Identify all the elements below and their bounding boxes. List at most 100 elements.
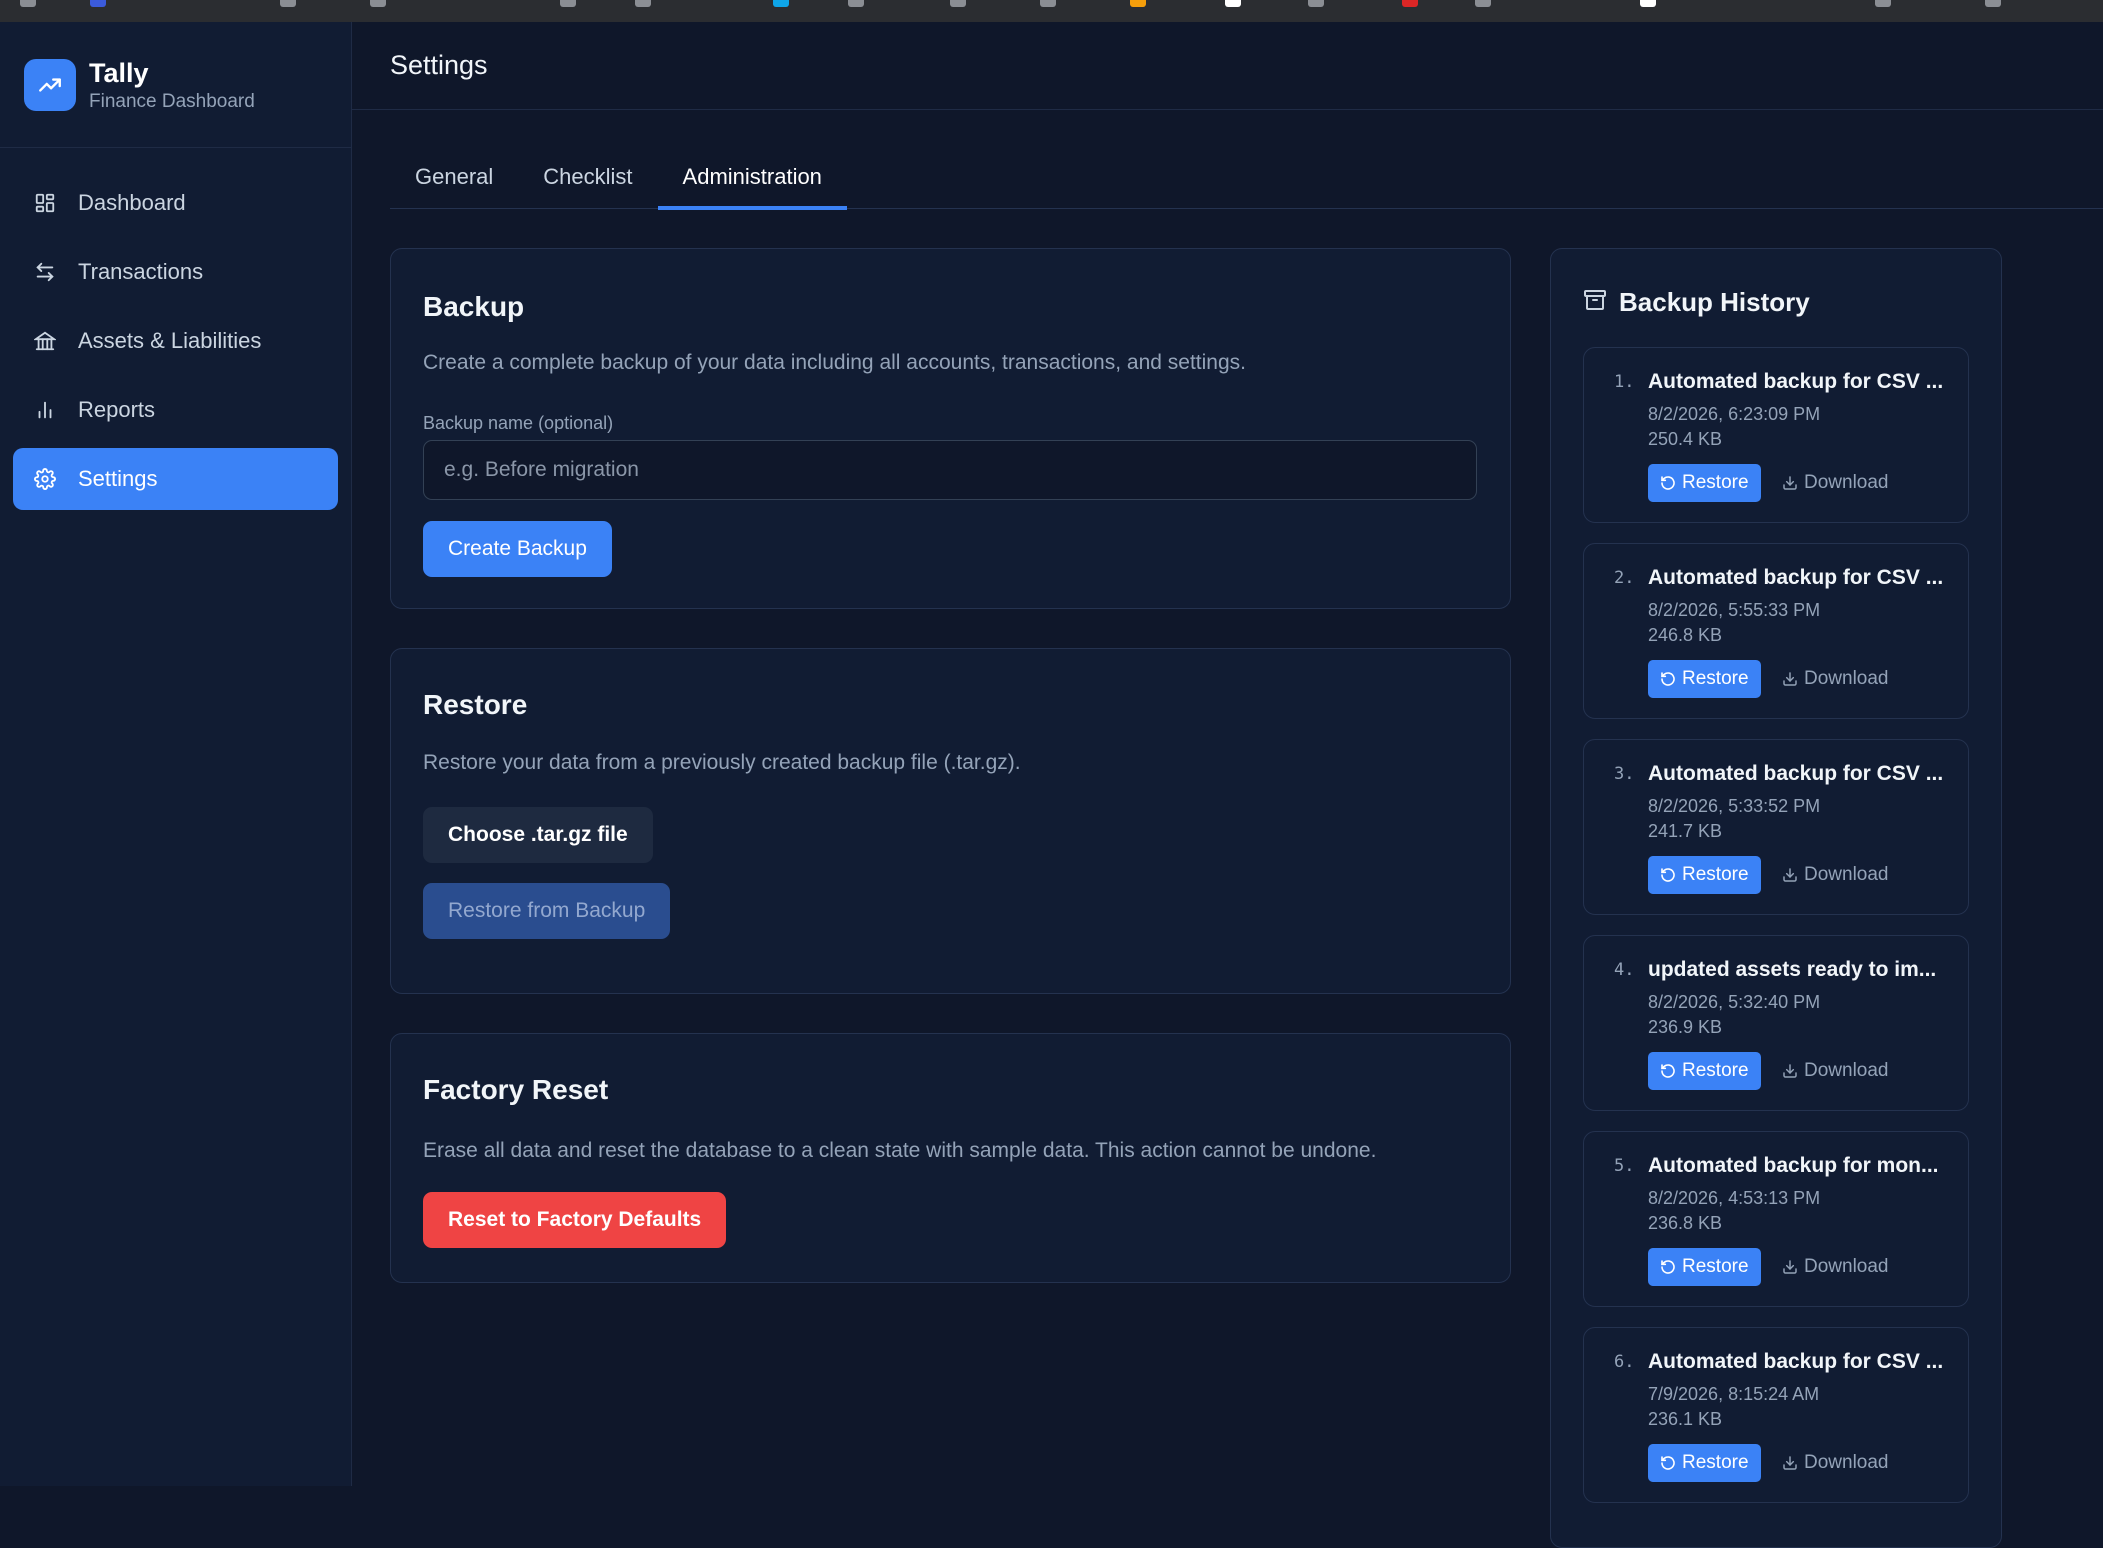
download-label: Download	[1804, 668, 1889, 689]
item-size: 236.8 KB	[1648, 1213, 1723, 1233]
sidebar-item-label: Reports	[78, 397, 156, 422]
sidebar-item-label: Transactions	[78, 259, 204, 284]
bookmark-icon[interactable]	[1475, 0, 1491, 7]
bookmark-icon[interactable]	[90, 0, 106, 7]
bookmark-icon[interactable]	[950, 0, 966, 7]
restore-description: Restore your data from a previously crea…	[423, 751, 1021, 774]
bookmark-icon[interactable]	[1402, 0, 1418, 7]
bookmark-icon[interactable]	[1040, 0, 1056, 7]
item-number: 6.	[1614, 1352, 1635, 1372]
create-backup-button[interactable]: Create Backup	[423, 521, 612, 577]
sidebar-item-assets-liabilities[interactable]: Assets & Liabilities	[13, 310, 338, 372]
download-label: Download	[1804, 472, 1889, 493]
download-icon	[1783, 1456, 1797, 1470]
item-title: Automated backup for CSV ...	[1648, 1350, 1944, 1373]
reset-factory-defaults-button[interactable]: Reset to Factory Defaults	[423, 1192, 727, 1248]
sidebar-item-label: Assets & Liabilities	[78, 328, 262, 353]
backup-history-item: 5. Automated backup for mon... 8/2/2026,…	[1583, 1131, 1969, 1307]
restore-label: Restore	[1682, 668, 1749, 689]
bookmark-icon[interactable]	[1308, 0, 1324, 7]
restore-button[interactable]: Restore	[1648, 660, 1761, 698]
rotate-ccw-icon	[1661, 1456, 1675, 1470]
item-title: updated assets ready to im...	[1648, 958, 1937, 981]
item-size: 241.7 KB	[1648, 821, 1723, 841]
backup-history-item: 2. Automated backup for CSV ... 8/2/2026…	[1583, 543, 1969, 719]
tab-checklist[interactable]: Checklist	[518, 154, 657, 209]
bookmark-icon[interactable]	[370, 0, 386, 7]
backup-history-panel: Backup History 1. Automated backup for C…	[1550, 248, 2002, 1548]
restore-button[interactable]: Restore	[1648, 1052, 1761, 1090]
restore-label: Restore	[1682, 864, 1749, 885]
item-date: 8/2/2026, 5:32:40 PM	[1648, 992, 1821, 1012]
factory-reset-card: Factory Reset Erase all data and reset t…	[390, 1033, 1511, 1283]
brand: Tally Finance Dashboard	[0, 22, 351, 148]
item-title: Automated backup for CSV ...	[1648, 762, 1944, 785]
backup-history-item: 4. updated assets ready to im... 8/2/202…	[1583, 935, 1969, 1111]
download-button[interactable]: Download	[1782, 1248, 1889, 1286]
restore-button[interactable]: Restore	[1648, 1248, 1761, 1286]
restore-button[interactable]: Restore	[1648, 464, 1761, 502]
sidebar-item-transactions[interactable]: Transactions	[13, 241, 338, 303]
sidebar-item-label: Settings	[78, 466, 158, 491]
download-icon	[1783, 868, 1797, 882]
restore-button[interactable]: Restore	[1648, 856, 1761, 894]
download-button[interactable]: Download	[1782, 464, 1889, 502]
item-date: 8/2/2026, 5:33:52 PM	[1648, 796, 1821, 816]
item-title: Automated backup for CSV ...	[1648, 566, 1944, 589]
restore-label: Restore	[1682, 1256, 1749, 1277]
item-number: 2.	[1614, 568, 1635, 588]
sidebar-item-settings[interactable]: Settings	[13, 448, 338, 510]
backup-history-title: Backup History	[1619, 287, 1810, 317]
backup-name-label: Backup name (optional)	[423, 413, 614, 433]
bar-chart-icon	[33, 398, 57, 422]
backup-history-item: 3. Automated backup for CSV ... 8/2/2026…	[1583, 739, 1969, 915]
download-button[interactable]: Download	[1782, 660, 1889, 698]
bookmark-icon[interactable]	[1130, 0, 1146, 7]
restore-label: Restore	[1682, 1452, 1749, 1473]
bookmark-icon[interactable]	[20, 0, 36, 7]
sidebar-item-dashboard[interactable]: Dashboard	[13, 172, 338, 234]
bookmark-icon[interactable]	[635, 0, 651, 7]
bank-icon	[33, 329, 57, 353]
app-shell: Tally Finance Dashboard Dashboard Transa…	[0, 22, 2103, 1548]
backup-history-item: 1. Automated backup for CSV ... 8/2/2026…	[1583, 347, 1969, 523]
tab-administration[interactable]: Administration	[657, 154, 848, 210]
bookmark-icon[interactable]	[1875, 0, 1891, 7]
choose-file-button[interactable]: Choose .tar.gz file	[423, 807, 653, 863]
restore-label: Restore	[1682, 1060, 1749, 1081]
download-button[interactable]: Download	[1782, 1444, 1889, 1482]
sidebar-item-reports[interactable]: Reports	[13, 379, 338, 441]
sidebar: Tally Finance Dashboard Dashboard Transa…	[0, 22, 352, 1486]
settings-tabs: General Checklist Administration	[390, 154, 2103, 210]
page-title: Settings	[390, 50, 488, 80]
download-icon	[1783, 1064, 1797, 1078]
bookmark-icon[interactable]	[773, 0, 789, 7]
dashboard-grid-icon	[33, 191, 57, 215]
bookmark-icon[interactable]	[1225, 0, 1241, 7]
backup-name-input[interactable]	[423, 440, 1477, 500]
restore-from-backup-button[interactable]: Restore from Backup	[423, 883, 671, 939]
download-button[interactable]: Download	[1782, 856, 1889, 894]
restore-button[interactable]: Restore	[1648, 1444, 1761, 1482]
download-label: Download	[1804, 1452, 1889, 1473]
backup-card: Backup Create a complete backup of your …	[390, 248, 1511, 609]
app-subtitle: Finance Dashboard	[89, 90, 255, 112]
download-label: Download	[1804, 864, 1889, 885]
item-size: 250.4 KB	[1648, 429, 1723, 449]
tab-general[interactable]: General	[390, 154, 518, 209]
bookmark-icon[interactable]	[280, 0, 296, 7]
bookmark-icon[interactable]	[848, 0, 864, 7]
restore-card: Restore Restore your data from a previou…	[390, 648, 1511, 994]
page-header: Settings	[352, 22, 2103, 110]
download-button[interactable]: Download	[1782, 1052, 1889, 1090]
browser-bookmarks-bar	[0, 0, 2103, 22]
backup-history-header: Backup History	[1583, 287, 1810, 318]
archive-icon	[1583, 288, 1607, 317]
backup-title: Backup	[423, 291, 525, 322]
bookmark-icon[interactable]	[560, 0, 576, 7]
rotate-ccw-icon	[1661, 672, 1675, 686]
item-date: 8/2/2026, 5:55:33 PM	[1648, 600, 1821, 620]
download-icon	[1783, 1260, 1797, 1274]
bookmark-icon[interactable]	[1985, 0, 2001, 7]
bookmark-icon[interactable]	[1640, 0, 1656, 7]
